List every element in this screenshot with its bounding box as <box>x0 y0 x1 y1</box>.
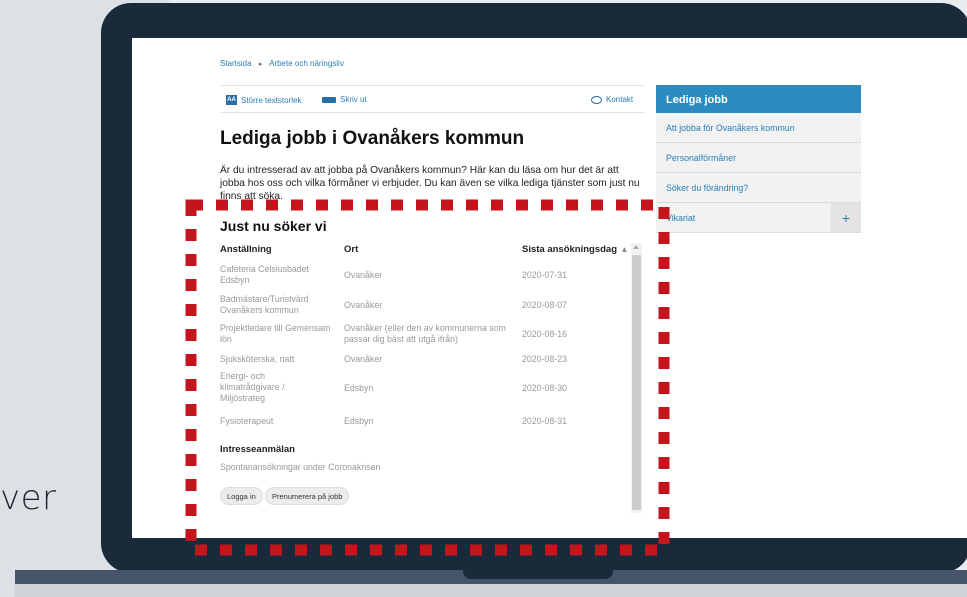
contact-button[interactable]: Kontakt <box>591 95 633 104</box>
sidebar-item-benefits[interactable]: Personalförmåner <box>656 143 861 173</box>
browser-screen: Startsida ▸ Arbete och näringsliv AA Stö… <box>132 38 967 538</box>
job-title-link[interactable]: Sjuksköterska, natt <box>220 354 335 365</box>
side-fragment-text: ver <box>0 478 57 518</box>
job-title-link[interactable]: Cafeteria Celsiusbadet Edsbyn <box>220 264 335 286</box>
breadcrumb-home-link[interactable]: Startsida <box>220 59 252 68</box>
column-header-location[interactable]: Ort <box>344 244 358 255</box>
column-header-position[interactable]: Anställning <box>220 244 272 255</box>
job-location: Ovanåker <box>344 270 383 280</box>
contact-label: Kontakt <box>606 95 634 104</box>
job-title-link[interactable]: Projektledare till Gemensam lön <box>220 323 335 345</box>
sidebar: Lediga jobb Att jobba för Ovanåkers komm… <box>656 85 861 233</box>
chat-icon <box>591 95 602 104</box>
job-title-link[interactable]: Badmästare/Turistvärd Ovanåkers kommun <box>220 294 335 316</box>
job-location: Edsbyn <box>344 416 374 426</box>
job-title-link[interactable]: Energi- och klimatrådgivare / Miljöstrat… <box>220 371 300 404</box>
sidebar-item-label: Söker du förändring? <box>666 183 749 193</box>
sidebar-item-label: Personalförmåner <box>666 153 736 163</box>
job-deadline: 2020-08-30 <box>522 383 567 393</box>
job-title-link[interactable]: Fysioterapeut <box>220 416 335 427</box>
print-button[interactable]: Skriv ut <box>322 94 367 107</box>
page-title: Lediga jobb i Ovanåkers kommun <box>220 128 525 149</box>
laptop-base-shadow <box>15 584 967 597</box>
login-button[interactable]: Logga in <box>220 487 263 505</box>
printer-icon <box>322 94 336 107</box>
subscribe-button[interactable]: Prenumerera på jobb <box>265 487 350 505</box>
breadcrumb-separator-icon: ▸ <box>258 61 263 68</box>
expand-plus-icon[interactable]: + <box>831 203 861 232</box>
page-toolbar: AA Större textstorlek Skriv ut Kontakt <box>220 85 645 113</box>
scrollbar-thumb[interactable] <box>632 255 641 510</box>
job-location: Edsbyn <box>344 383 374 393</box>
text-size-label: Större textstorlek <box>241 95 302 105</box>
sort-icon[interactable]: ▴ <box>622 244 627 255</box>
table-scrollbar[interactable] <box>631 243 642 513</box>
job-location: Ovanåker <box>344 300 383 310</box>
print-label: Skriv ut <box>340 95 367 104</box>
sidebar-item-work-for-municipality[interactable]: Att jobba för Ovanåkers kommun <box>656 113 861 143</box>
job-deadline: 2020-08-07 <box>522 300 567 310</box>
breadcrumb: Startsida ▸ Arbete och näringsliv <box>220 59 344 68</box>
job-deadline: 2020-08-23 <box>522 354 567 364</box>
intro-text: Är du intresserad av att jobba på Ovanåk… <box>220 165 640 202</box>
job-location: Ovanåker (eller den av kommunerna som pa… <box>344 323 506 344</box>
column-header-deadline[interactable]: Sista ansökningsdag <box>522 244 617 255</box>
job-deadline: 2020-08-16 <box>522 329 567 339</box>
sidebar-title[interactable]: Lediga jobb <box>656 85 861 113</box>
sidebar-item-substitute[interactable]: Vikariat + <box>656 203 861 233</box>
job-location: Ovanåker <box>344 354 383 364</box>
job-deadline: 2020-08-31 <box>522 416 567 426</box>
breadcrumb-current-link[interactable]: Arbete och näringsliv <box>269 59 344 68</box>
laptop-notch <box>463 570 613 579</box>
scroll-up-icon[interactable] <box>633 245 639 249</box>
sidebar-item-label: Vikariat <box>666 213 696 223</box>
sidebar-item-label: Att jobba för Ovanåkers kommun <box>666 123 795 133</box>
text-size-button[interactable]: AA Större textstorlek <box>226 95 301 105</box>
sidebar-item-change[interactable]: Söker du förändring? <box>656 173 861 203</box>
job-deadline: 2020-07-31 <box>522 270 567 280</box>
interest-heading: Intresseanmälan <box>220 444 295 455</box>
jobs-heading: Just nu söker vi <box>220 218 327 234</box>
interest-link[interactable]: Spontanansökningar under Coronakrisen <box>220 462 380 472</box>
text-size-icon: AA <box>226 95 237 105</box>
